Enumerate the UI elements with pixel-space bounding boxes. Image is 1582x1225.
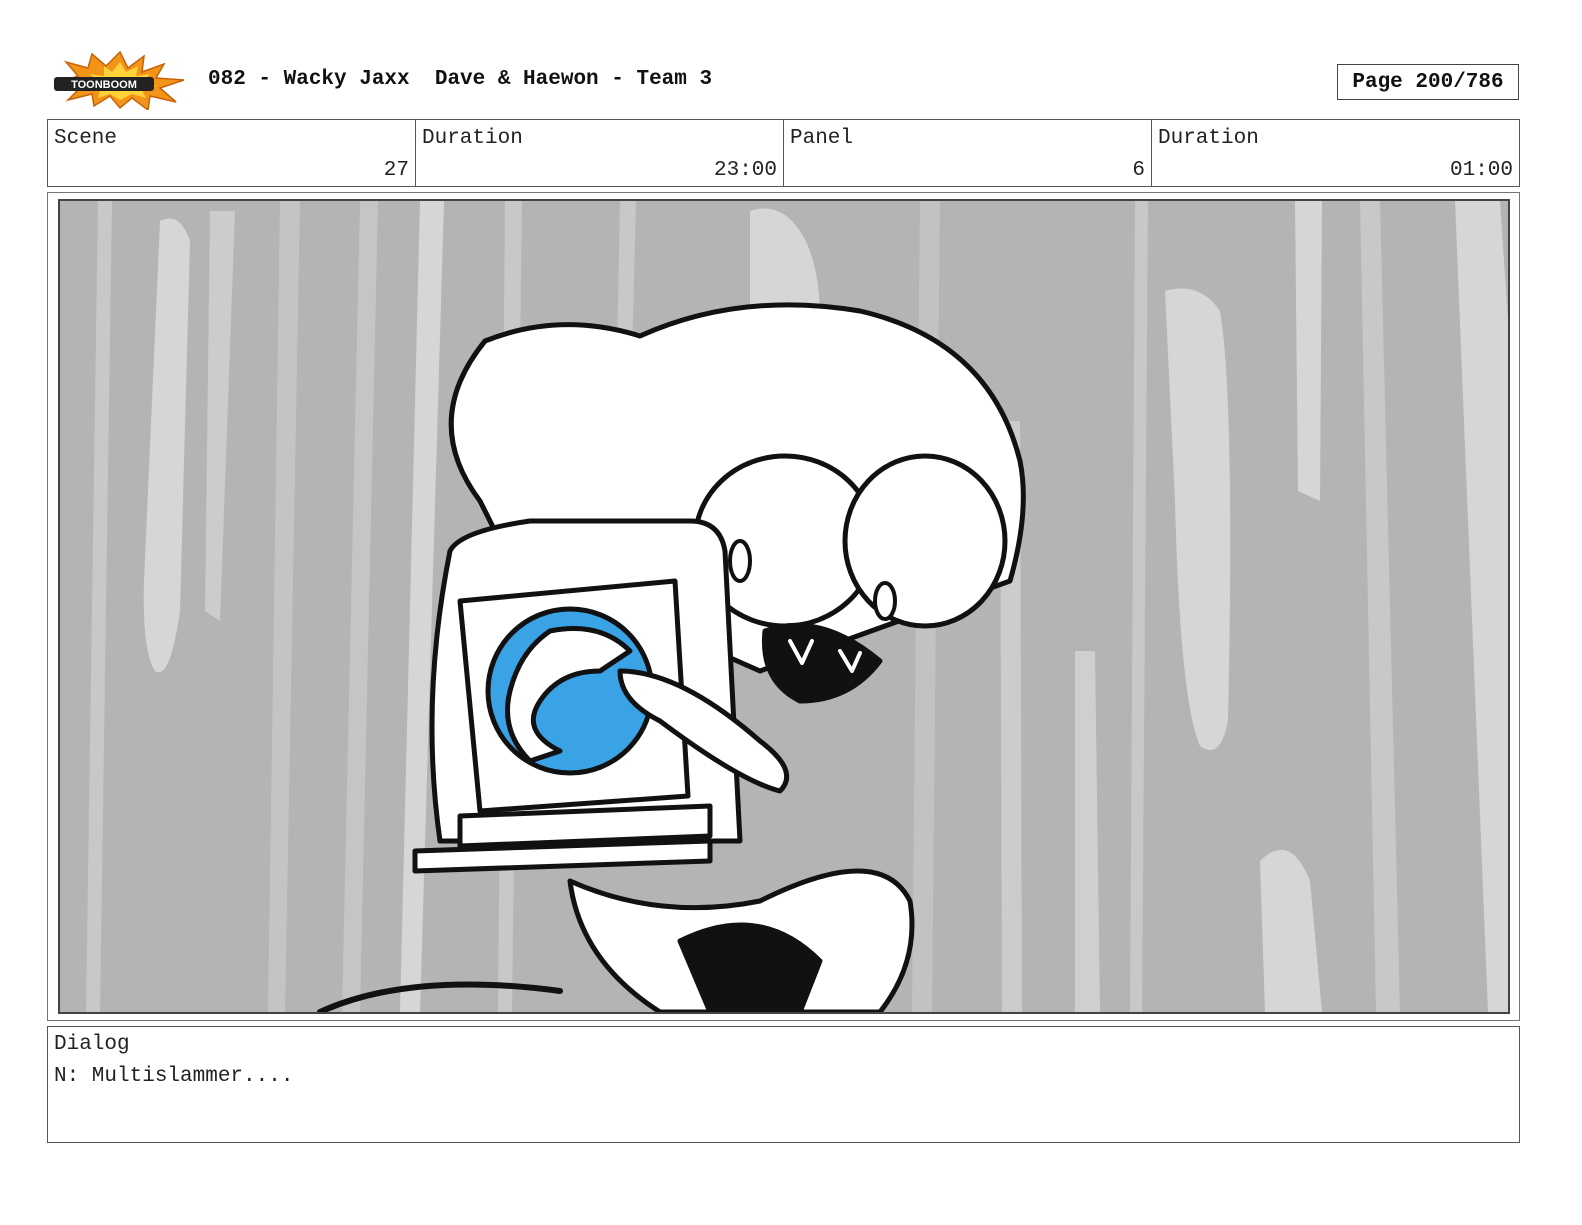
scene-value: 27: [383, 159, 409, 182]
scene-label: Scene: [54, 127, 118, 150]
document-title: 082 - Wacky Jaxx Dave & Haewon - Team 3: [208, 68, 713, 91]
page-indicator: Page 200/786: [1337, 64, 1519, 100]
info-row: Scene 27 Duration 23:00 Panel 6 Duration…: [47, 119, 1520, 187]
scene-duration-value: 23:00: [713, 159, 777, 182]
toonboom-logo: TOONBOOM: [52, 50, 188, 112]
scene-duration-label: Duration: [422, 127, 523, 150]
panel-duration-cell: Duration 01:00: [1152, 120, 1519, 186]
panel-value: 6: [1132, 159, 1145, 182]
dialog-text: N: Multislammer....: [54, 1065, 294, 1088]
panel-duration-value: 01:00: [1449, 159, 1513, 182]
dialog-label: Dialog: [54, 1033, 130, 1056]
panel-label: Panel: [790, 127, 854, 150]
panel-duration-label: Duration: [1158, 127, 1259, 150]
storyboard-panel-image: [58, 199, 1510, 1014]
panel-cell: Panel 6: [784, 120, 1152, 186]
scene-cell: Scene 27: [48, 120, 416, 186]
logo-text: TOONBOOM: [71, 79, 137, 91]
scene-duration-cell: Duration 23:00: [416, 120, 784, 186]
dialog-box: Dialog N: Multislammer....: [47, 1026, 1520, 1143]
